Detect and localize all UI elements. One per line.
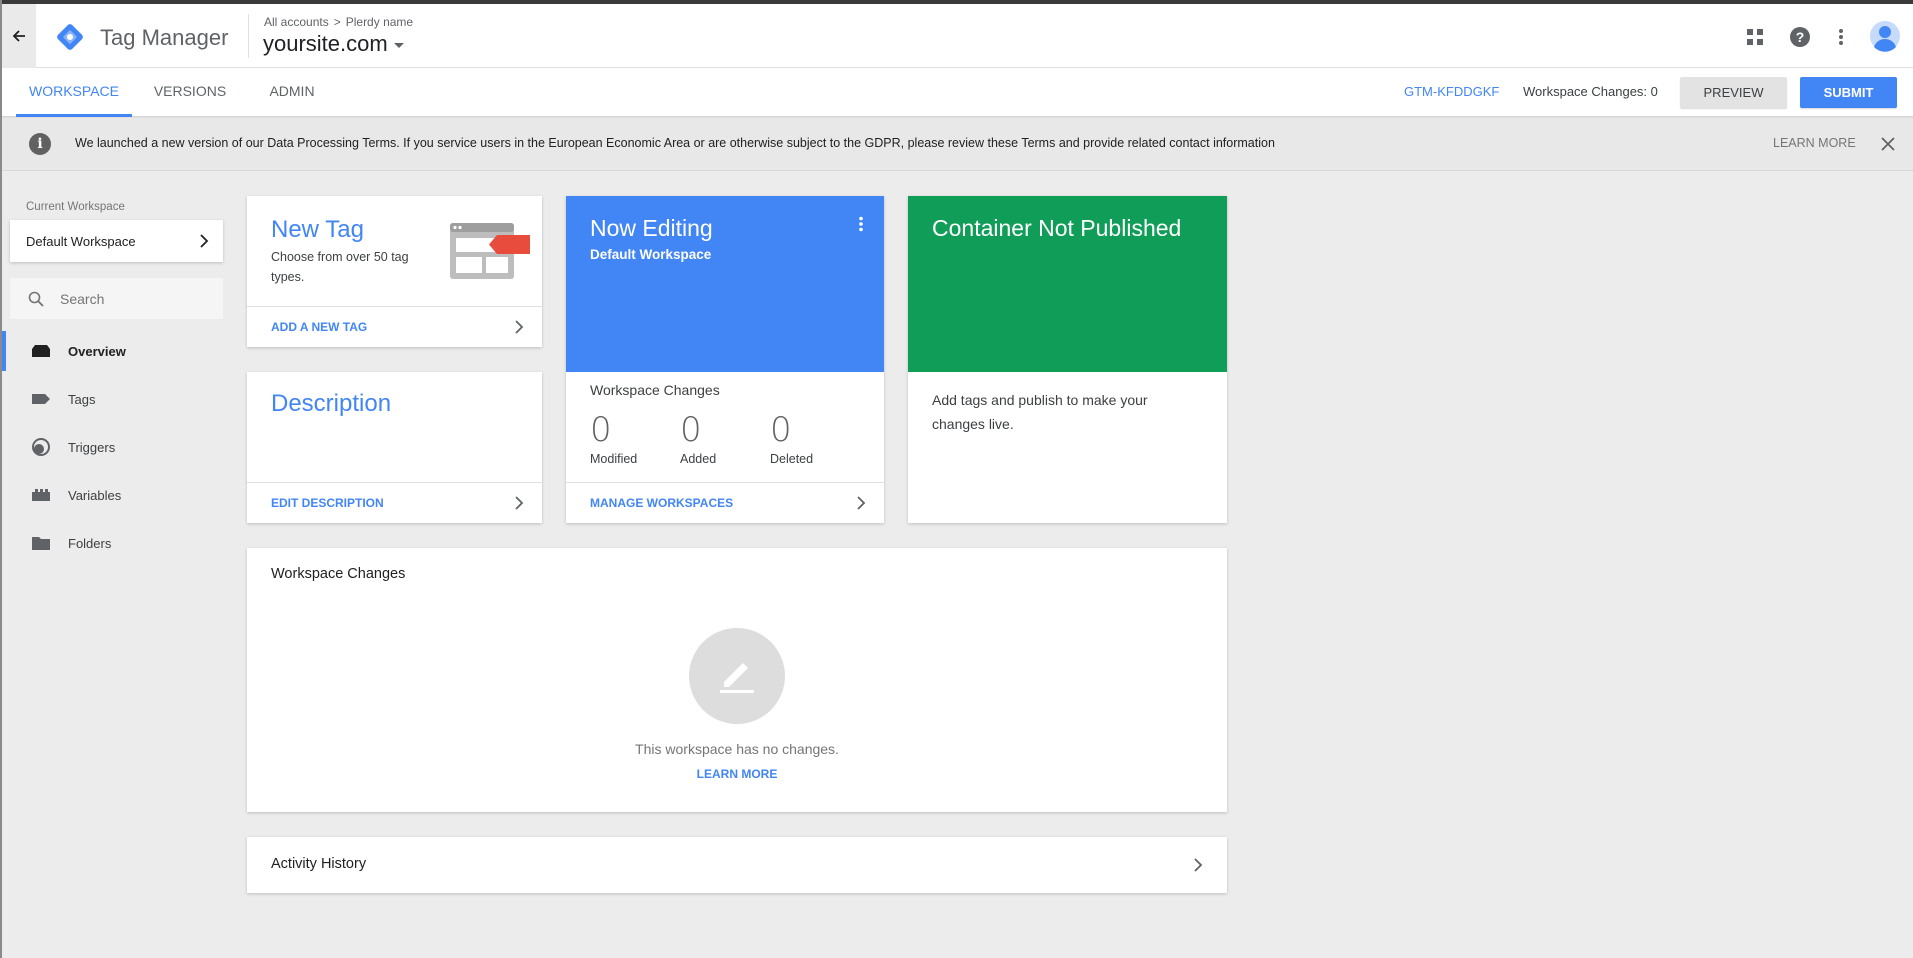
sidebar-item-label: Triggers [68,439,116,455]
description-title: Description [271,390,392,417]
breadcrumb-account[interactable]: Plerdy name [346,15,413,29]
stat-deleted: 0 Deleted [770,410,813,466]
breadcrumb: All accounts > Plerdy name [264,15,413,29]
stat-modified: 0 Modified [590,410,637,466]
sidebar-item-label: Folders [68,535,112,551]
stat-value: 0 [680,410,702,450]
workspace-changes-count: Workspace Changes: 0 [1523,84,1658,99]
current-workspace-label: Current Workspace [26,201,125,213]
manage-workspaces-label: MANAGE WORKSPACES [590,496,734,510]
stat-value: 0 [590,410,612,450]
edit-description-link[interactable]: EDIT DESCRIPTION [247,482,542,523]
chevron-right-icon [1194,858,1203,872]
description-card: Description EDIT DESCRIPTION [247,372,542,523]
app-header: Tag Manager All accounts > Plerdy name y… [2,4,1913,68]
no-changes-text: This workspace has no changes. [635,741,839,757]
trigger-icon [30,438,52,456]
now-editing-header: Now Editing Default Workspace [566,196,884,372]
variables-icon [30,486,52,504]
more-vert-icon[interactable] [1828,24,1854,50]
notice-banner: i We launched a new version of our Data … [2,118,1913,171]
container-selector[interactable]: yoursite.com [263,31,404,57]
info-icon: i [29,133,51,155]
svg-text:?: ? [1796,29,1805,45]
search-field[interactable] [10,278,223,319]
edit-pencil-icon [689,628,785,724]
sidebar-item-overview[interactable]: Overview [2,331,232,371]
stat-value: 0 [770,410,792,450]
current-workspace-selector[interactable]: Default Workspace [10,220,223,262]
dropdown-caret-icon [393,43,404,48]
tag-illustration-icon [449,222,531,285]
workspace-changes-subtitle: Workspace Changes [590,382,720,398]
breadcrumb-separator-icon: > [333,15,341,29]
account-avatar[interactable] [1869,20,1901,52]
sidebar-item-variables[interactable]: Variables [2,475,232,515]
sidebar-item-label: Tags [68,391,96,407]
now-editing-card: Now Editing Default Workspace Workspace … [566,196,884,523]
not-published-title: Container Not Published [932,215,1182,241]
overview-icon [30,342,52,360]
sidebar-item-label: Overview [68,343,126,359]
new-tag-card: New Tag Choose from over 50 tag types. A… [247,196,542,347]
tab-admin[interactable]: ADMIN [256,68,328,117]
banner-learn-more-link[interactable]: LEARN MORE [1773,136,1856,150]
folder-icon [30,534,52,552]
tag-manager-logo-icon [54,21,86,53]
tag-icon [30,390,52,408]
edit-description-label: EDIT DESCRIPTION [271,496,384,510]
workspace-learn-more-link[interactable]: LEARN MORE [247,767,1227,781]
preview-button[interactable]: PREVIEW [1680,77,1787,108]
activity-history-card[interactable]: Activity History [247,837,1227,893]
search-icon [28,291,44,307]
current-workspace-name: Default Workspace [26,233,136,249]
help-icon[interactable]: ? [1787,24,1813,50]
manage-workspaces-link[interactable]: MANAGE WORKSPACES [566,482,884,523]
tab-workspace[interactable]: WORKSPACE [16,68,132,117]
sidebar-item-label: Variables [68,487,122,503]
activity-history-title: Activity History [271,856,367,872]
chevron-right-icon [857,496,866,510]
arrow-back-icon [12,30,25,42]
back-button[interactable] [2,4,36,68]
container-not-published-card: Container Not Published Add tags and pub… [908,196,1227,523]
stat-label: Added [680,452,717,466]
submit-button[interactable]: SUBMIT [1800,77,1897,108]
sidebar-item-triggers[interactable]: Triggers [2,427,232,467]
workspace-changes-card: Workspace Changes This workspace has no … [247,548,1227,812]
not-published-header: Container Not Published [908,196,1227,372]
not-published-body: Add tags and publish to make your change… [932,392,1148,432]
container-name: yoursite.com [263,31,388,56]
container-id-link[interactable]: GTM-KFDDGKF [1404,84,1499,99]
now-editing-title: Now Editing [590,215,713,241]
new-tag-title: New Tag [271,216,364,243]
sidebar-item-tags[interactable]: Tags [2,379,232,419]
chevron-right-icon [200,234,209,248]
close-icon[interactable] [1877,133,1899,155]
chevron-right-icon [515,320,524,334]
header-divider [248,14,249,58]
tab-bar: WORKSPACE VERSIONS ADMIN GTM-KFDDGKF Wor… [2,68,1913,117]
workspace-changes-title: Workspace Changes [271,566,406,582]
more-vert-icon[interactable] [858,216,864,237]
tab-versions[interactable]: VERSIONS [144,68,236,117]
search-input[interactable] [60,290,210,307]
now-editing-workspace: Default Workspace [590,247,712,262]
sidebar-item-folders[interactable]: Folders [2,523,232,563]
banner-text: We launched a new version of our Data Pr… [75,136,1275,150]
app-name: Tag Manager [100,25,229,50]
new-tag-description: Choose from over 50 tag types. [271,250,409,284]
stat-label: Modified [590,452,638,466]
apps-grid-icon[interactable] [1742,24,1768,50]
stat-added: 0 Added [680,410,716,466]
add-new-tag-label: ADD A NEW TAG [271,320,368,334]
chevron-right-icon [515,496,524,510]
stat-label: Deleted [770,452,814,466]
breadcrumb-all-accounts[interactable]: All accounts [264,15,329,29]
add-new-tag-link[interactable]: ADD A NEW TAG [247,306,542,347]
